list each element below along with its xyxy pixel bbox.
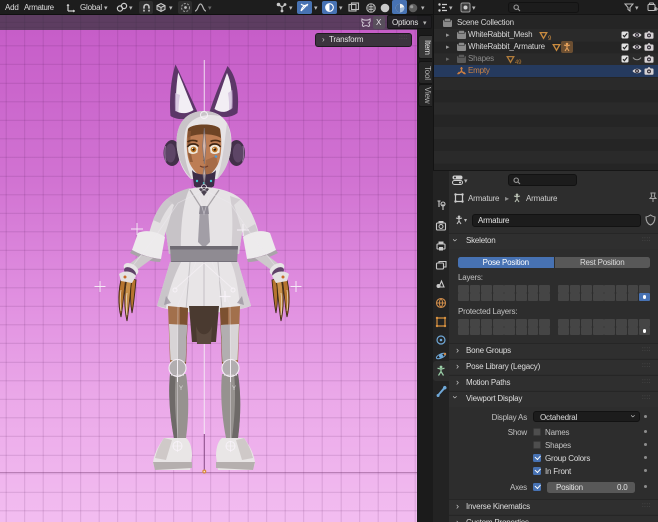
svg-text:Y: Y: [232, 386, 236, 392]
svg-text:Y: Y: [179, 386, 183, 392]
